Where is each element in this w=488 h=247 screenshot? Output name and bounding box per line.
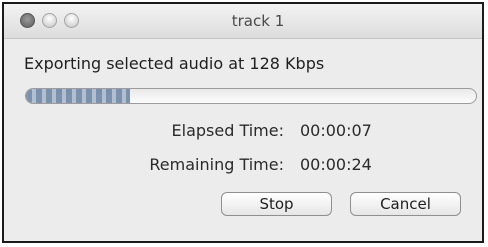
- remaining-time-label: Remaining Time:: [149, 155, 284, 174]
- window-title: track 1: [231, 12, 285, 30]
- elapsed-time-label: Elapsed Time:: [171, 121, 284, 140]
- title-bar[interactable]: track 1: [4, 4, 482, 39]
- export-progress-bar: [25, 88, 477, 104]
- export-status-text: Exporting selected audio at 128 Kbps: [24, 54, 325, 73]
- export-progress-window: track 1 Exporting selected audio at 128 …: [2, 2, 484, 243]
- stop-button[interactable]: Stop: [221, 192, 332, 216]
- cancel-button[interactable]: Cancel: [350, 192, 461, 216]
- export-progress-fill: [26, 89, 130, 103]
- remaining-time-value: 00:00:24: [300, 155, 372, 174]
- elapsed-time-value: 00:00:07: [300, 121, 372, 140]
